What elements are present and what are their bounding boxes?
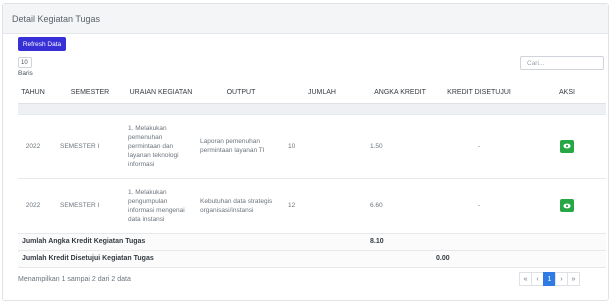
summary-value: 0.00: [430, 250, 528, 268]
page-length-select[interactable]: 10: [18, 57, 32, 68]
refresh-data-button[interactable]: Refresh Data: [18, 37, 66, 51]
header-output[interactable]: OUTPUT: [194, 82, 282, 104]
table-header-row: TAHUN SEMESTER URAIAN KEGIATAN OUTPUT JU…: [18, 82, 606, 104]
cell-angka-kredit: 6.60: [356, 178, 430, 234]
page-last-button[interactable]: »: [567, 272, 580, 286]
cell-tahun: 2022: [18, 178, 48, 234]
summary-row-kredit-disetujui: Jumlah Kredit Disetujui Kegiatan Tugas 0…: [18, 250, 606, 268]
cell-jumlah: 10: [282, 114, 356, 179]
header-kredit-disetujui[interactable]: KREDIT DISETUJUI: [430, 82, 528, 104]
search-input[interactable]: Cari...: [520, 56, 604, 70]
cell-output: Kebutuhan data strategis organisasi/inst…: [194, 178, 282, 234]
card-header: Detail Kegiatan Tugas: [3, 4, 608, 34]
cell-uraian: 1. Melakukan pengumpulan informasi menge…: [120, 178, 194, 234]
page-length-label: Baris: [18, 70, 33, 77]
cell-uraian: 1. Melakukan pemenuhan permintaan dan la…: [120, 114, 194, 179]
cell-angka-kredit: 1.50: [356, 114, 430, 179]
header-tahun[interactable]: TAHUN: [18, 82, 48, 104]
summary-row-angka-kredit: Jumlah Angka Kredit Kegiatan Tugas 8.10: [18, 233, 606, 251]
cell-kredit-disetujui: -: [430, 114, 528, 179]
table-spacer: [18, 103, 606, 115]
cell-output: Laporan pemenuhan permintaan layanan TI: [194, 114, 282, 179]
header-aksi[interactable]: AKSI: [528, 82, 606, 104]
table-row: 2022 SEMESTER I 1. Melakukan pengumpulan…: [18, 178, 606, 234]
summary-label: Jumlah Angka Kredit Kegiatan Tugas: [18, 233, 356, 251]
activity-table: TAHUN SEMESTER URAIAN KEGIATAN OUTPUT JU…: [18, 82, 606, 268]
view-button[interactable]: [560, 199, 574, 212]
eye-icon: [563, 143, 571, 149]
table-row: 2022 SEMESTER I 1. Melakukan pemenuhan p…: [18, 114, 606, 179]
cell-aksi: [528, 114, 606, 179]
card-title: Detail Kegiatan Tugas: [12, 13, 101, 24]
table-info: Menampilkan 1 sampai 2 dari 2 data: [18, 276, 131, 283]
eye-icon: [563, 203, 571, 208]
cell-kredit-disetujui: -: [430, 178, 528, 234]
summary-value: 8.10: [356, 233, 430, 251]
cell-semester: SEMESTER I: [48, 114, 120, 179]
header-angka-kredit[interactable]: ANGKA KREDIT: [356, 82, 430, 104]
toolbar: Refresh Data: [18, 37, 66, 51]
cell-semester: SEMESTER I: [48, 178, 120, 234]
header-jumlah[interactable]: JUMLAH: [282, 82, 356, 104]
summary-label: Jumlah Kredit Disetujui Kegiatan Tugas: [18, 250, 430, 268]
view-button[interactable]: [560, 139, 574, 153]
header-semester[interactable]: SEMESTER: [48, 82, 120, 104]
header-uraian[interactable]: URAIAN KEGIATAN: [120, 82, 194, 104]
cell-aksi: [528, 178, 606, 234]
pagination: « ‹ 1 › »: [519, 272, 580, 286]
cell-jumlah: 12: [282, 178, 356, 234]
cell-tahun: 2022: [18, 114, 48, 179]
